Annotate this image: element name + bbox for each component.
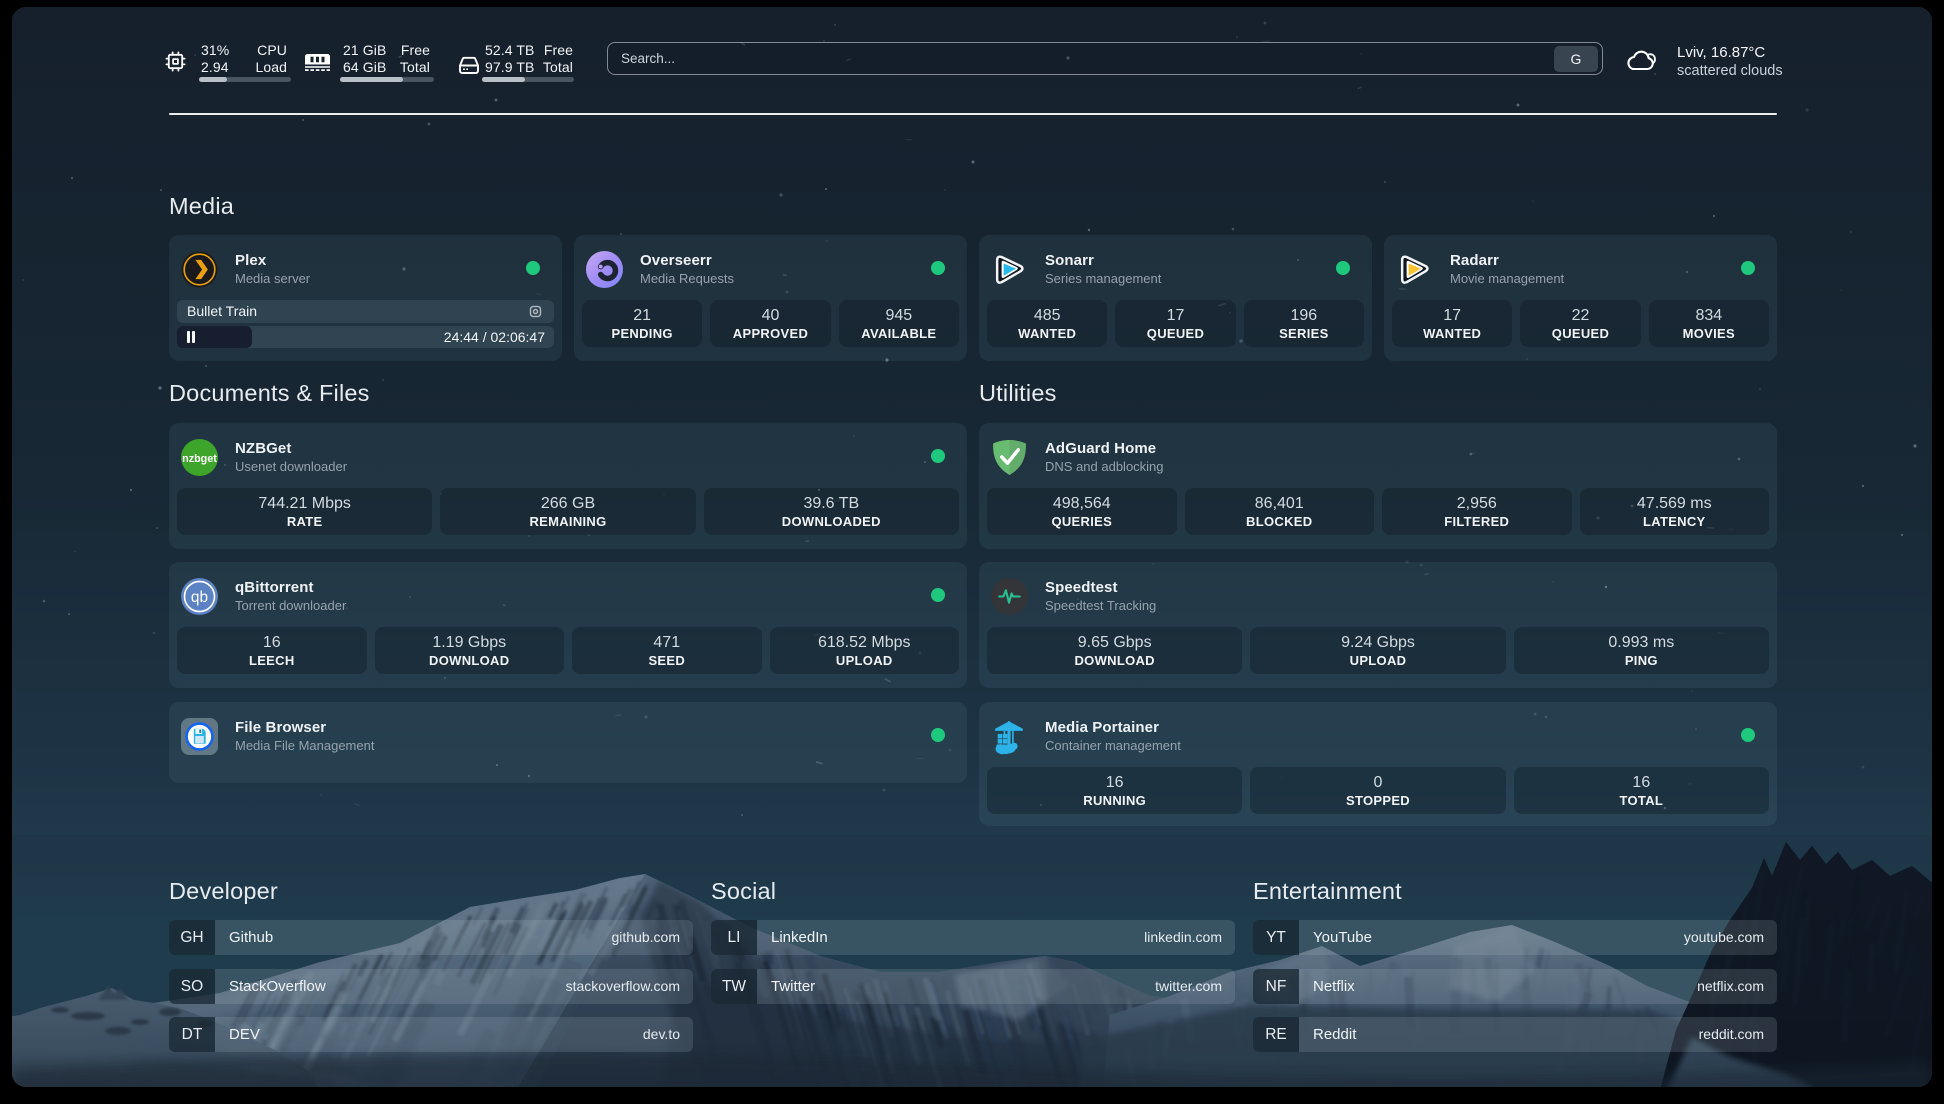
svg-text:nzbget: nzbget [182,453,217,465]
svg-text:qb: qb [191,589,208,606]
